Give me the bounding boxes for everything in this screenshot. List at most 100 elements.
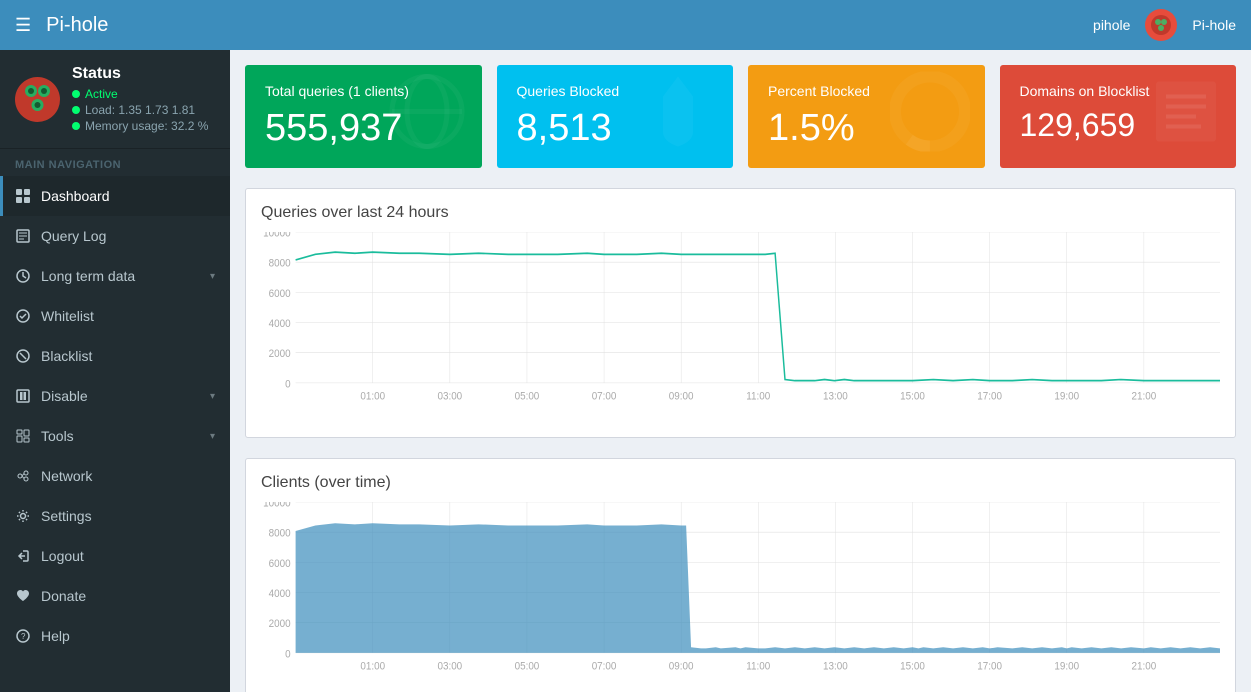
status-memory-line: Memory usage: 32.2 % [72, 119, 215, 133]
svg-text:05:00: 05:00 [515, 390, 540, 403]
whitelist-label: Whitelist [41, 308, 94, 324]
status-info: Status Active Load: 1.35 1.73 1.81 Memor… [72, 65, 215, 133]
layout: Status Active Load: 1.35 1.73 1.81 Memor… [0, 50, 1251, 692]
svg-text:19:00: 19:00 [1054, 660, 1079, 673]
svg-text:2000: 2000 [269, 348, 291, 361]
username-label: pihole [1093, 17, 1130, 33]
sidebar-item-settings[interactable]: Settings [0, 496, 230, 536]
whitelist-icon [15, 308, 31, 324]
svg-text:01:00: 01:00 [360, 390, 385, 403]
sidebar-item-dashboard[interactable]: Dashboard [0, 176, 230, 216]
long-term-data-icon [15, 268, 31, 284]
logout-icon [15, 548, 31, 564]
svg-text:11:00: 11:00 [746, 390, 770, 403]
active-dot [72, 90, 80, 98]
svg-text:6000: 6000 [269, 287, 291, 300]
disable-arrow: ▾ [210, 391, 215, 402]
svg-text:0: 0 [285, 378, 291, 391]
dashboard-icon [15, 188, 31, 204]
load-label: Load: 1.35 1.73 1.81 [85, 103, 195, 117]
settings-label: Settings [41, 508, 92, 524]
sidebar: Status Active Load: 1.35 1.73 1.81 Memor… [0, 50, 230, 692]
memory-label: Memory usage: 32.2 % [85, 119, 208, 133]
svg-text:4000: 4000 [269, 317, 291, 330]
query-log-icon [15, 228, 31, 244]
sidebar-item-query-log[interactable]: Query Log [0, 216, 230, 256]
stat-domains-blocklist: Domains on Blocklist 129,659 [1000, 65, 1237, 168]
svg-text:19:00: 19:00 [1054, 390, 1079, 403]
long-term-data-arrow: ▾ [210, 271, 215, 282]
queries-chart-area: 10000 8000 6000 4000 2000 0 01:00 03:00 … [261, 232, 1220, 422]
sidebar-item-network[interactable]: Network [0, 456, 230, 496]
queries-chart-container: Queries over last 24 hours [245, 188, 1236, 438]
stat-queries-blocked: Queries Blocked 8,513 [497, 65, 734, 168]
tools-arrow: ▾ [210, 431, 215, 442]
sidebar-item-donate[interactable]: Donate [0, 576, 230, 616]
clients-chart-svg: 10000 8000 6000 4000 2000 0 01:00 03:00 … [261, 502, 1220, 692]
svg-text:13:00: 13:00 [823, 390, 848, 403]
brand-logo[interactable]: Pi-hole [46, 14, 108, 37]
navbar-toggle-button[interactable]: ☰ [15, 15, 31, 36]
stat-percent-blocked-icon [890, 71, 970, 162]
sidebar-item-disable[interactable]: Disable ▾ [0, 376, 230, 416]
status-active-line: Active [72, 87, 215, 101]
pihole-label: Pi-hole [1192, 17, 1236, 33]
stat-total-queries-icon [387, 71, 467, 162]
svg-text:17:00: 17:00 [977, 390, 1002, 403]
svg-text:07:00: 07:00 [592, 660, 617, 673]
svg-text:17:00: 17:00 [977, 660, 1002, 673]
svg-text:01:00: 01:00 [360, 660, 385, 673]
svg-text:21:00: 21:00 [1132, 390, 1157, 403]
svg-text:6000: 6000 [269, 557, 291, 570]
load-dot [72, 106, 80, 114]
logout-label: Logout [41, 548, 84, 564]
svg-text:09:00: 09:00 [669, 390, 694, 403]
sidebar-item-help[interactable]: ? Help [0, 616, 230, 656]
sidebar-item-blacklist[interactable]: Blacklist [0, 336, 230, 376]
stat-domains-blocklist-icon [1151, 76, 1221, 157]
raspberry-icon [1149, 13, 1173, 37]
avatar [1145, 9, 1177, 41]
svg-text:13:00: 13:00 [823, 660, 848, 673]
disable-label: Disable [41, 388, 88, 404]
network-icon [15, 468, 31, 484]
svg-text:07:00: 07:00 [592, 390, 617, 403]
blacklist-icon [15, 348, 31, 364]
sidebar-item-long-term-data[interactable]: Long term data ▾ [0, 256, 230, 296]
stat-percent-blocked: Percent Blocked 1.5% [748, 65, 985, 168]
status-title: Status [72, 65, 215, 83]
donate-label: Donate [41, 588, 86, 604]
blacklist-label: Blacklist [41, 348, 92, 364]
svg-text:10000: 10000 [263, 502, 291, 510]
disable-icon [15, 388, 31, 404]
queries-chart-svg: 10000 8000 6000 4000 2000 0 01:00 03:00 … [261, 232, 1220, 422]
pihole-logo [15, 77, 60, 122]
stat-queries-blocked-icon [638, 71, 718, 162]
svg-text:11:00: 11:00 [746, 660, 770, 673]
query-log-label: Query Log [41, 228, 106, 244]
tools-icon [15, 428, 31, 444]
brand-suffix: hole [71, 14, 109, 36]
navbar: ☰ Pi-hole pihole Pi-hole [0, 0, 1251, 50]
nav-section-label: MAIN NAVIGATION [0, 149, 230, 176]
navbar-right: pihole Pi-hole [1093, 9, 1236, 41]
sidebar-status: Status Active Load: 1.35 1.73 1.81 Memor… [0, 50, 230, 149]
clients-chart-title: Clients (over time) [261, 474, 1220, 492]
help-label: Help [41, 628, 70, 644]
settings-icon [15, 508, 31, 524]
svg-text:03:00: 03:00 [437, 660, 462, 673]
sidebar-item-tools[interactable]: Tools ▾ [0, 416, 230, 456]
network-label: Network [41, 468, 92, 484]
svg-text:15:00: 15:00 [900, 660, 925, 673]
svg-text:8000: 8000 [269, 527, 291, 540]
long-term-data-label: Long term data [41, 268, 135, 284]
sidebar-item-logout[interactable]: Logout [0, 536, 230, 576]
svg-text:4000: 4000 [269, 587, 291, 600]
svg-text:03:00: 03:00 [437, 390, 462, 403]
brand-prefix: Pi- [46, 14, 70, 36]
stat-total-queries: Total queries (1 clients) 555,937 [245, 65, 482, 168]
sidebar-item-whitelist[interactable]: Whitelist [0, 296, 230, 336]
tools-label: Tools [41, 428, 74, 444]
svg-text:15:00: 15:00 [900, 390, 925, 403]
stats-row: Total queries (1 clients) 555,937 Querie… [245, 65, 1236, 168]
